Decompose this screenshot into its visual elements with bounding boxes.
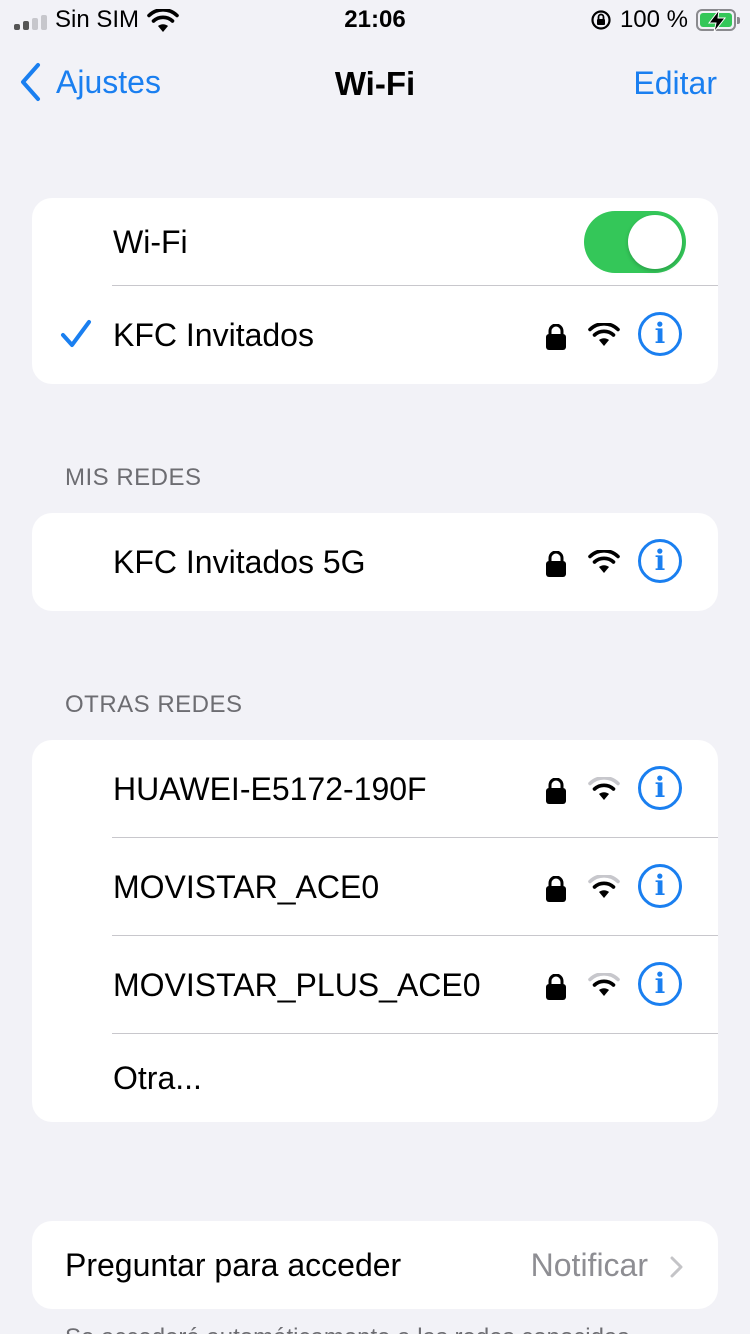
ask-to-join-label: Preguntar para acceder (65, 1246, 402, 1283)
wifi-signal-full-icon (588, 323, 620, 346)
wifi-toggle-switch[interactable] (584, 211, 686, 273)
other-networks-group: HUAWEI-E5172-190F i MOVISTAR_ACE0 i MOVI… (32, 740, 718, 1122)
info-icon[interactable]: i (638, 864, 682, 908)
my-networks-group: KFC Invitados 5G i (32, 513, 718, 611)
lock-icon (546, 551, 566, 577)
wifi-toggle-group: Wi-Fi KFC Invitados i (32, 198, 718, 384)
lock-icon (546, 974, 566, 1000)
network-row[interactable]: KFC Invitados 5G i (32, 513, 718, 611)
status-bar: Sin SIM 21:06 100 % (0, 0, 750, 40)
info-icon[interactable]: i (638, 539, 682, 583)
other-network-label: Otra... (113, 1059, 202, 1096)
ask-to-join-group: Preguntar para acceder Notificar (32, 1221, 718, 1309)
network-name: MOVISTAR_ACE0 (113, 868, 380, 905)
battery-percent: 100 % (619, 6, 688, 33)
network-name: KFC Invitados 5G (113, 543, 366, 580)
ask-to-join-value: Notificar (530, 1246, 648, 1283)
checkmark-icon (61, 320, 91, 347)
info-icon[interactable]: i (638, 766, 682, 810)
wifi-signal-medium-icon (588, 875, 620, 898)
connected-network-row[interactable]: KFC Invitados i (32, 286, 718, 384)
toggle-knob (628, 215, 682, 269)
section-header-other-networks: OTRAS REDES (65, 691, 243, 718)
network-row[interactable]: HUAWEI-E5172-190F i (32, 740, 718, 838)
wifi-signal-medium-icon (588, 777, 620, 800)
charging-bolt-icon (707, 10, 727, 32)
network-name: HUAWEI-E5172-190F (113, 770, 427, 807)
battery-icon (696, 9, 740, 32)
wifi-toggle-row: Wi-Fi (32, 198, 718, 286)
info-icon[interactable]: i (638, 312, 682, 356)
wifi-toggle-label: Wi-Fi (113, 223, 188, 260)
network-name: KFC Invitados (113, 316, 314, 353)
lock-icon (546, 876, 566, 902)
info-icon[interactable]: i (638, 962, 682, 1006)
network-name: MOVISTAR_PLUS_ACE0 (113, 966, 481, 1003)
footer-text: Se accederá automáticamente a las redes … (65, 1324, 636, 1334)
lock-icon (546, 324, 566, 350)
chevron-right-icon (670, 1256, 683, 1278)
other-network-row[interactable]: Otra... (32, 1034, 718, 1122)
navigation-bar: Ajustes Wi-Fi Editar (0, 58, 750, 112)
orientation-lock-icon (591, 10, 611, 30)
section-header-my-networks: MIS REDES (65, 464, 202, 491)
network-row[interactable]: MOVISTAR_ACE0 i (32, 838, 718, 936)
network-row[interactable]: MOVISTAR_PLUS_ACE0 i (32, 936, 718, 1034)
wifi-signal-full-icon (588, 550, 620, 573)
edit-button[interactable]: Editar (633, 65, 717, 102)
ask-to-join-row[interactable]: Preguntar para acceder Notificar (32, 1221, 718, 1309)
wifi-signal-medium-icon (588, 973, 620, 996)
lock-icon (546, 778, 566, 804)
